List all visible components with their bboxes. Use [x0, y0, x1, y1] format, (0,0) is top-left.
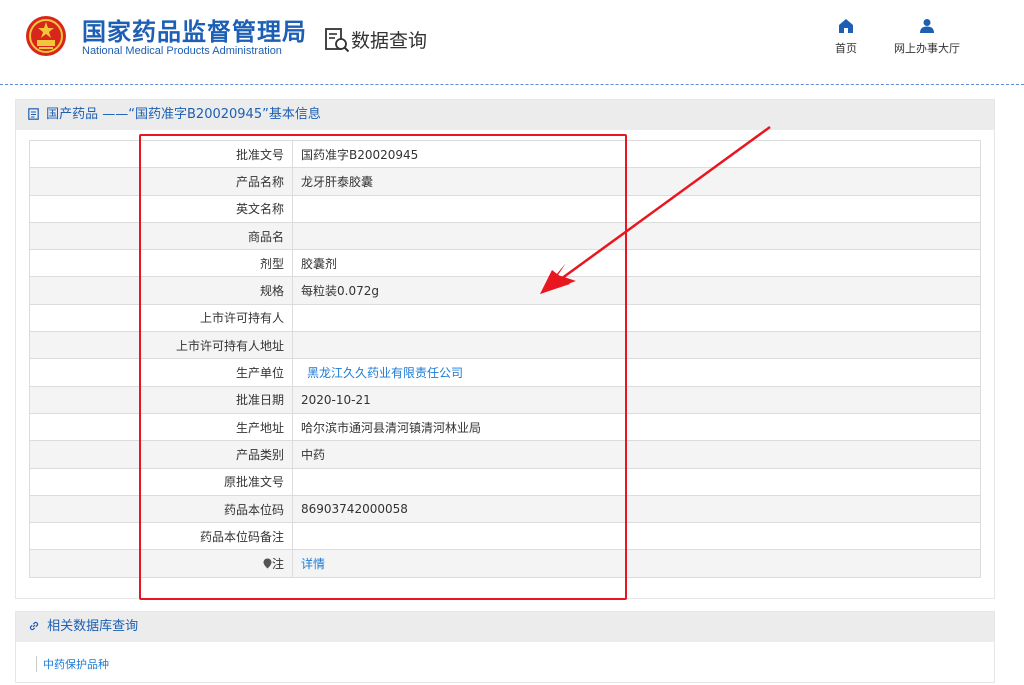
- row-value: [292, 221, 981, 251]
- row-value: 86903742000058: [292, 494, 981, 524]
- home-icon: [839, 19, 853, 33]
- note-label: 注: [271, 557, 284, 572]
- row-label: 英文名称: [29, 194, 293, 223]
- manufacturer-link[interactable]: 黑龙江久久药业有限责任公司: [301, 366, 463, 380]
- table-row: 产品名称 龙牙肝泰胶囊: [29, 167, 981, 196]
- related-panel-title: 相关数据库查询: [47, 619, 139, 634]
- user-icon: [920, 19, 934, 33]
- row-label: 剂型: [29, 249, 293, 278]
- link-icon: [29, 621, 39, 631]
- nav-home-label: 首页: [835, 42, 857, 55]
- row-value: [292, 467, 981, 496]
- table-row: 规格 每粒装0.072g: [29, 276, 981, 305]
- table-row: 生产地址 哈尔滨市通河县清河镇清河林业局: [29, 412, 981, 442]
- table-row: 注 详情: [29, 549, 981, 578]
- nav-online-service-hall[interactable]: 网上办事大厅: [886, 18, 968, 56]
- row-label: 产品类别: [29, 440, 293, 469]
- national-emblem-icon: [26, 16, 66, 56]
- site-header: 国家药品监督管理局 National Medical Products Admi…: [0, 0, 1024, 84]
- row-value: 2020-10-21: [292, 385, 981, 414]
- row-label: 规格: [29, 276, 293, 305]
- row-value: [292, 331, 981, 360]
- drug-info-table: 批准文号 国药准字B20020945 产品名称 龙牙肝泰胶囊 英文名称 商品名 …: [29, 139, 981, 578]
- table-row: 产品类别 中药: [29, 440, 981, 469]
- row-value: 黑龙江久久药业有限责任公司: [292, 358, 981, 387]
- detail-panel-header: 国产药品 ——“国药准字B20020945”基本信息: [16, 100, 994, 130]
- data-query-icon: [325, 28, 350, 53]
- map-pin-icon: [263, 558, 272, 569]
- row-label: 批准日期: [29, 385, 293, 414]
- table-row: 英文名称: [29, 194, 981, 223]
- table-row: 上市许可持有人地址: [29, 331, 981, 360]
- row-value: 胶囊剂: [292, 249, 981, 278]
- row-value: 国药准字B20020945: [292, 139, 981, 169]
- row-label: 批准文号: [29, 139, 293, 169]
- details-link[interactable]: 详情: [301, 557, 325, 571]
- row-label: 商品名: [29, 221, 293, 251]
- row-value: 详情: [292, 549, 981, 578]
- document-icon: [28, 108, 39, 120]
- header-divider: [0, 84, 1024, 85]
- related-panel-header: 相关数据库查询: [16, 612, 994, 642]
- related-link-tcm-protection[interactable]: 中药保护品种: [36, 656, 109, 672]
- row-value: 龙牙肝泰胶囊: [292, 167, 981, 196]
- row-label: 生产地址: [29, 412, 293, 442]
- row-label: 产品名称: [29, 167, 293, 196]
- row-label: 原批准文号: [29, 467, 293, 496]
- table-row: 剂型 胶囊剂: [29, 249, 981, 278]
- section-title: 数据查询: [351, 30, 428, 52]
- table-row: 批准文号 国药准字B20020945: [29, 139, 981, 169]
- row-value: 每粒装0.072g: [292, 276, 981, 305]
- row-label: 上市许可持有人: [29, 303, 293, 333]
- row-value: [292, 303, 981, 333]
- row-value: 哈尔滨市通河县清河镇清河林业局: [292, 412, 981, 442]
- row-value: [292, 194, 981, 223]
- table-row: 商品名: [29, 221, 981, 251]
- row-value: [292, 522, 981, 551]
- row-label: 上市许可持有人地址: [29, 331, 293, 360]
- detail-panel-title: 国产药品 ——“国药准字B20020945”基本信息: [46, 107, 321, 122]
- table-row: 药品本位码 86903742000058: [29, 494, 981, 524]
- table-row: 上市许可持有人: [29, 303, 981, 333]
- row-label: 药品本位码备注: [29, 522, 293, 551]
- row-value: 中药: [292, 440, 981, 469]
- table-row: 原批准文号: [29, 467, 981, 496]
- table-row: 批准日期 2020-10-21: [29, 385, 981, 414]
- nav-hall-label: 网上办事大厅: [894, 42, 960, 55]
- org-name-cn: 国家药品监督管理局: [82, 18, 307, 46]
- table-row: 生产单位 黑龙江久久药业有限责任公司: [29, 358, 981, 387]
- row-label: 药品本位码: [29, 494, 293, 524]
- related-database-panel: 相关数据库查询 中药保护品种: [15, 611, 995, 683]
- row-label-note: 注: [29, 549, 293, 578]
- drug-detail-panel: 国产药品 ——“国药准字B20020945”基本信息 批准文号 国药准字B200…: [15, 99, 995, 599]
- nav-home[interactable]: 首页: [826, 18, 866, 56]
- row-label: 生产单位: [29, 358, 293, 387]
- org-name-en: National Medical Products Administration: [82, 45, 282, 57]
- table-row: 药品本位码备注: [29, 522, 981, 551]
